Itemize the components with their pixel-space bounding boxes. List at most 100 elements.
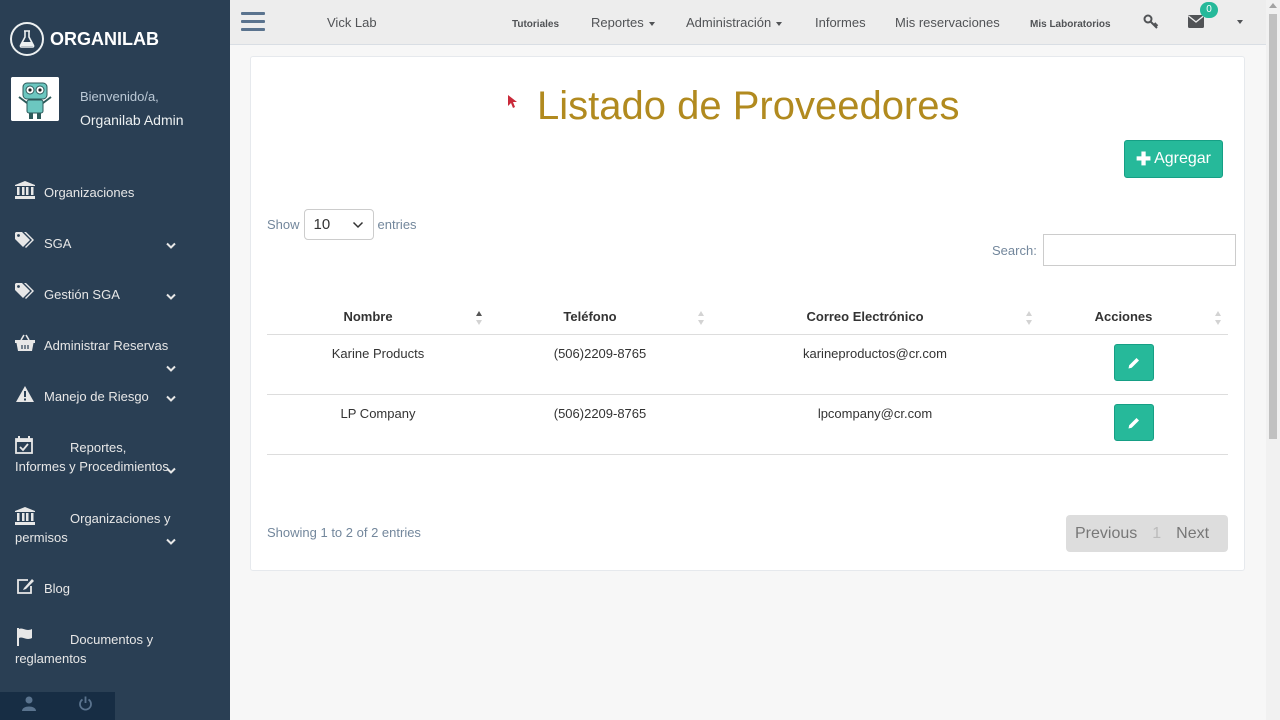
column-header-label: Nombre	[343, 308, 393, 324]
sidebar-item-label: Documentos y reglamentos	[15, 632, 154, 666]
current-lab[interactable]: Vick Lab	[327, 15, 377, 30]
nav-reportes-label: Reportes	[591, 15, 644, 30]
next-page-button[interactable]: Next	[1167, 525, 1218, 543]
chevron-down-icon	[165, 463, 177, 474]
caret-down-icon	[648, 21, 655, 26]
brand-link[interactable]: ORGANILAB	[10, 20, 159, 58]
cell-nombre: LP Company	[267, 394, 489, 455]
content-panel: Listado de Proveedores ✚ Agregar Show 10…	[250, 56, 1245, 571]
sidebar-item-label: SGA	[44, 236, 72, 251]
edit-icon	[15, 577, 37, 595]
scroll-up-arrow-icon[interactable]	[1269, 3, 1277, 8]
nav-informes[interactable]: Informes	[815, 15, 866, 30]
page-length-select[interactable]: 10	[303, 209, 374, 240]
cell-acciones	[1039, 394, 1228, 455]
pagination: Previous 1 Next	[1066, 515, 1228, 552]
sidebar-item-reportes-informes[interactable]: Reportes, Informes y Procedimientos	[0, 436, 230, 478]
nav-administracion-dropdown[interactable]: Administración	[686, 15, 783, 30]
column-header-correo[interactable]: Correo Electrónico	[711, 299, 1039, 335]
search-input[interactable]	[1042, 234, 1236, 266]
chevron-down-icon	[165, 238, 177, 249]
sort-both-icon	[1025, 310, 1033, 326]
column-header-label: Acciones	[1094, 308, 1153, 324]
envelope-icon[interactable]	[1188, 15, 1204, 33]
nav-administracion-label: Administración	[686, 15, 772, 30]
page-length-control: Show 10 entries	[267, 209, 417, 240]
sort-both-icon	[1214, 310, 1222, 326]
caret-down-icon	[776, 21, 783, 26]
chevron-down-icon	[165, 391, 177, 402]
cell-telefono: (506)2209-8765	[489, 394, 711, 455]
table-info: Showing 1 to 2 of 2 entries	[267, 525, 421, 540]
previous-page-button[interactable]: Previous	[1066, 525, 1146, 543]
key-icon[interactable]	[1143, 14, 1159, 35]
sidebar-item-label: Blog	[44, 581, 71, 596]
sidebar-item-label: Administrar Reservas	[44, 338, 169, 353]
sidebar-item-manejo-de-riesgo[interactable]: Manejo de Riesgo	[0, 385, 230, 407]
sidebar-item-documentos[interactable]: Documentos y reglamentos	[0, 628, 230, 670]
sidebar-item-label: Manejo de Riesgo	[44, 389, 149, 404]
page-length-value: 10	[313, 216, 331, 233]
menu-toggle-icon[interactable]	[241, 12, 265, 32]
show-label: Show	[267, 217, 300, 232]
current-page-button[interactable]: 1	[1146, 525, 1167, 543]
table-row: Karine Products (506)2209-8765 karinepro…	[267, 334, 1228, 395]
nav-reportes-dropdown[interactable]: Reportes	[591, 15, 655, 30]
profile-name: Organilab Admin	[80, 112, 184, 128]
avatar	[11, 77, 59, 121]
edit-button[interactable]	[1113, 403, 1154, 441]
table-row: LP Company (506)2209-8765 lpcompany@cr.c…	[267, 394, 1228, 455]
logout-button[interactable]	[57, 692, 114, 720]
column-header-acciones[interactable]: Acciones	[1039, 299, 1228, 335]
providers-table: Nombre Teléfono Correo Electrónico Accio…	[267, 299, 1228, 455]
column-header-nombre[interactable]: Nombre	[267, 299, 489, 335]
sidebar-item-label: Organizaciones y permisos	[15, 511, 171, 545]
column-header-label: Teléfono	[563, 308, 617, 324]
sidebar: ORGANILAB Bienvenido/a, Organilab Admin …	[0, 0, 230, 720]
pencil-icon	[1128, 357, 1139, 368]
table-header-row: Nombre Teléfono Correo Electrónico Accio…	[267, 299, 1228, 335]
chevron-down-icon	[352, 216, 364, 233]
search-control: Search:	[992, 234, 1236, 266]
cell-telefono: (506)2209-8765	[489, 334, 711, 395]
page-scrollbar[interactable]	[1266, 0, 1280, 720]
top-navbar: Vick Lab Tutoriales Reportes Administrac…	[230, 0, 1266, 45]
entries-label: entries	[377, 217, 417, 232]
mail-count-badge: 0	[1200, 2, 1218, 18]
sidebar-item-organizaciones-y-permisos[interactable]: Organizaciones y permisos	[0, 507, 230, 549]
warning-icon	[15, 385, 37, 403]
chevron-down-icon	[165, 361, 177, 372]
nav-tutoriales[interactable]: Tutoriales	[512, 17, 559, 32]
flask-icon	[10, 22, 44, 56]
user-icon	[21, 696, 36, 716]
column-header-label: Correo Electrónico	[806, 308, 924, 324]
cell-correo: karineproductos@cr.com	[711, 334, 1039, 395]
scrollbar-thumb[interactable]	[1269, 14, 1277, 439]
column-header-telefono[interactable]: Teléfono	[489, 299, 711, 335]
add-provider-button[interactable]: ✚ Agregar	[1124, 140, 1223, 178]
basket-icon	[15, 334, 37, 352]
nav-mis-laboratorios[interactable]: Mis Laboratorios	[1030, 17, 1111, 32]
search-label: Search:	[992, 242, 1037, 258]
welcome-text: Bienvenido/a,	[80, 89, 159, 104]
sort-both-icon	[697, 310, 705, 326]
nav-mis-reservaciones[interactable]: Mis reservaciones	[895, 15, 1000, 30]
sidebar-item-administrar-reservas[interactable]: Administrar Reservas	[0, 334, 230, 374]
user-dropdown-caret-icon[interactable]	[1237, 20, 1243, 24]
sidebar-item-gestion-sga[interactable]: Gestión SGA	[0, 283, 230, 305]
sidebar-item-blog[interactable]: Blog	[0, 577, 230, 599]
sidebar-item-sga[interactable]: SGA	[0, 232, 230, 254]
cell-acciones	[1039, 334, 1228, 395]
user-profile-button[interactable]	[0, 692, 57, 720]
edit-button[interactable]	[1113, 343, 1154, 381]
tags-icon	[15, 283, 37, 301]
sidebar-item-organizaciones[interactable]: Organizaciones	[0, 181, 230, 203]
pencil-icon	[1128, 417, 1139, 428]
cell-correo: lpcompany@cr.com	[711, 394, 1039, 455]
chevron-down-icon	[165, 289, 177, 300]
add-button-label: Agregar	[1154, 150, 1211, 167]
sidebar-item-label: Gestión SGA	[44, 287, 120, 302]
sidebar-footer	[0, 692, 115, 720]
sidebar-item-label: Reportes, Informes y Procedimientos	[15, 440, 169, 474]
bank-icon	[15, 181, 37, 199]
